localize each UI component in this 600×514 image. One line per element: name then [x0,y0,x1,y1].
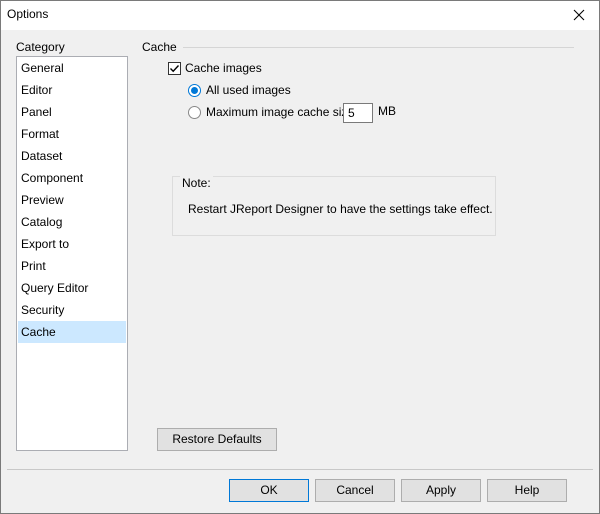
note-title: Note: [180,176,213,190]
button-bar-divider [7,469,593,470]
max-cache-size-radio[interactable] [188,105,201,119]
note-text: Restart JReport Designer to have the set… [188,202,493,216]
category-item-panel[interactable]: Panel [18,101,126,123]
close-icon [573,9,585,21]
unit-label: MB [378,104,396,118]
category-item-format[interactable]: Format [18,123,126,145]
restore-defaults-button[interactable]: Restore Defaults [157,428,277,451]
help-button[interactable]: Help [487,479,567,502]
cache-images-checkbox[interactable] [168,61,181,75]
ok-button[interactable]: OK [229,479,309,502]
checkmark-icon [170,64,180,72]
window-title: Options [7,7,49,21]
max-cache-size-label: Maximum image cache size: [206,105,358,119]
cache-section-header: Cache [142,40,574,54]
all-used-images-row: All used images [188,83,291,97]
category-item-editor[interactable]: Editor [18,79,126,101]
cache-size-input[interactable]: 5 [343,103,373,123]
title-bar: Options [1,1,599,29]
section-divider [182,47,574,48]
category-item-preview[interactable]: Preview [18,189,126,211]
section-title: Cache [142,40,183,54]
category-item-security[interactable]: Security [18,299,126,321]
all-used-images-radio[interactable] [188,83,201,97]
category-item-cache[interactable]: Cache [18,321,126,343]
close-button[interactable] [559,1,599,29]
category-list[interactable]: General Editor Panel Format Dataset Comp… [16,56,128,451]
note-box: Note: Restart JReport Designer to have t… [172,176,496,236]
cancel-button[interactable]: Cancel [315,479,395,502]
cache-images-row: Cache images [168,61,262,75]
category-item-component[interactable]: Component [18,167,126,189]
category-item-print[interactable]: Print [18,255,126,277]
options-dialog: Options Category General Editor Panel Fo… [0,0,600,514]
category-item-dataset[interactable]: Dataset [18,145,126,167]
category-item-general[interactable]: General [18,57,126,79]
cache-images-label: Cache images [185,61,262,75]
max-cache-size-row: Maximum image cache size: [188,105,357,119]
all-used-images-label: All used images [206,83,291,97]
apply-button[interactable]: Apply [401,479,481,502]
category-item-export-to[interactable]: Export to [18,233,126,255]
category-label: Category [16,40,65,54]
dialog-body: Category General Editor Panel Format Dat… [1,30,599,513]
category-item-catalog[interactable]: Catalog [18,211,126,233]
category-item-query-editor[interactable]: Query Editor [18,277,126,299]
